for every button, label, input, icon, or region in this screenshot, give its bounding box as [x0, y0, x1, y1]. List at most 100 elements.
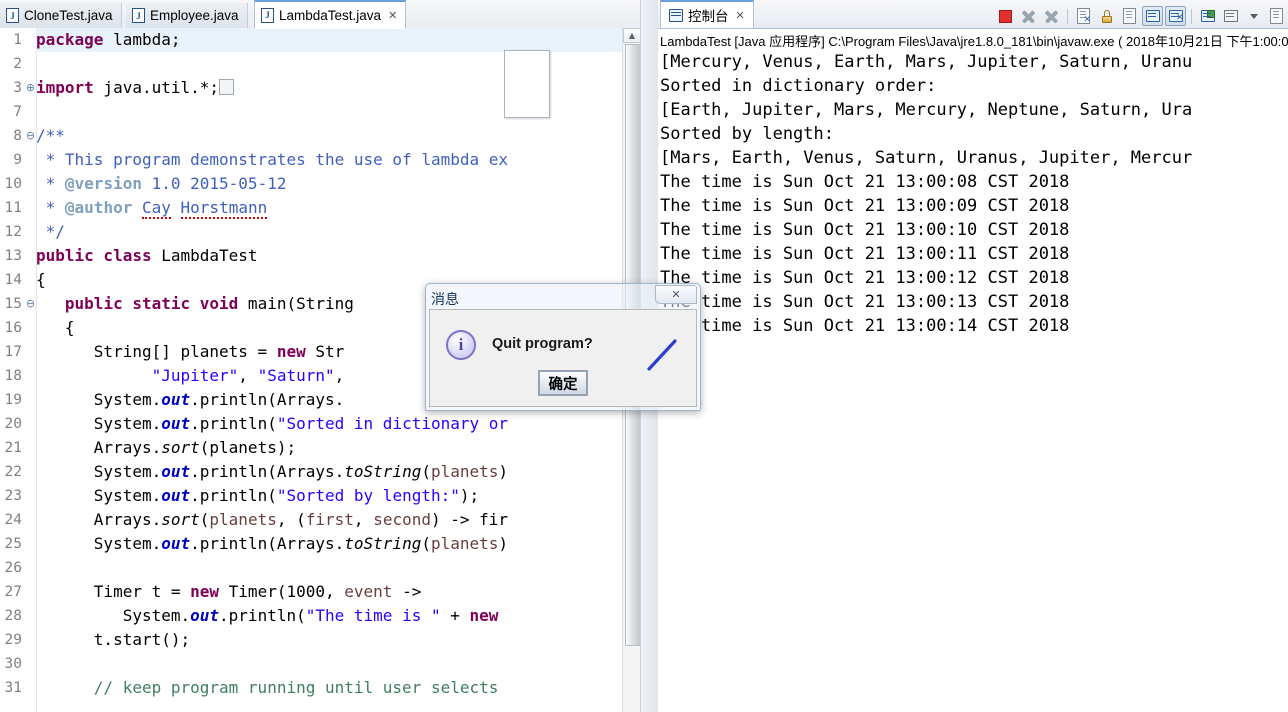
console-output-line: The time is Sun Oct 21 13:00:09 CST 2018 [660, 196, 1070, 216]
dialog-close-button[interactable]: ✕ [655, 285, 697, 304]
close-all-x-icon [1045, 10, 1058, 23]
close-icon[interactable]: ✕ [736, 9, 745, 22]
java-file-icon: J [132, 8, 145, 23]
line-number: 8 [13, 128, 22, 144]
code-line-20: System.out.println("Sorted in dictionary… [36, 414, 509, 433]
line-number: 19 [4, 392, 22, 408]
line-number: 2 [13, 56, 22, 72]
open-console-button[interactable] [1197, 6, 1218, 26]
pen-stroke-artifact [647, 339, 677, 371]
console-output-line: [Mars, Earth, Venus, Saturn, Uranus, Jup… [660, 148, 1193, 168]
code-line-16: { [36, 318, 75, 337]
console-icon [669, 8, 683, 22]
editor-tab-lambdatest[interactable]: J LambdaTest.java ✕ [254, 0, 407, 29]
clear-console-button[interactable]: ✕ [1073, 6, 1094, 26]
line-number: 30 [4, 656, 22, 672]
line-number: 10 [4, 176, 22, 192]
word-wrap-button[interactable] [1119, 6, 1140, 26]
fold-collapse-icon[interactable]: ⊖ [25, 124, 36, 148]
fold-collapse-icon[interactable]: ⊖ [25, 292, 36, 316]
close-icon[interactable]: ✕ [388, 9, 397, 22]
code-line-28: System.out.println("The time is " + new [36, 606, 499, 625]
code-line-14: { [36, 270, 46, 289]
remove-all-launches-button[interactable] [1041, 6, 1062, 26]
code-line-1: package lambda; [36, 30, 181, 49]
line-number: 17 [4, 344, 22, 360]
line-number: 29 [4, 632, 22, 648]
tab-console[interactable]: 控制台 ✕ [660, 0, 754, 28]
line-number: 18 [4, 368, 22, 384]
x-badge-icon: ✕ [1175, 13, 1184, 23]
code-line-27: Timer t = new Timer(1000, event -> [36, 582, 422, 601]
code-line-18: "Jupiter", "Saturn", [151, 366, 345, 385]
line-number: 23 [4, 488, 22, 504]
line-number: 9 [13, 152, 22, 168]
line-number: 31 [4, 680, 22, 696]
scroll-up-arrow-icon[interactable]: ▲ [623, 28, 641, 43]
console-output-line: The time is Sun Oct 21 13:00:13 CST 2018 [660, 292, 1070, 312]
show-console-on-error-button[interactable]: ✕ [1165, 6, 1186, 26]
line-number: 3 [13, 80, 22, 96]
line-number: 27 [4, 584, 22, 600]
console-output-line: Sorted in dictionary order: [660, 76, 937, 96]
console-output[interactable]: [Mercury, Venus, Earth, Mars, Jupiter, S… [658, 50, 1288, 712]
quit-program-dialog: 消息 ✕ i Quit program? 确定 [425, 283, 701, 411]
display-selected-console-button[interactable] [1220, 6, 1241, 26]
console-output-line: The time is Sun Oct 21 13:00:08 CST 2018 [660, 172, 1070, 192]
code-line-23: System.out.println("Sorted by length:"); [36, 486, 480, 505]
chevron-down-icon [1249, 13, 1258, 19]
line-number: 24 [4, 512, 22, 528]
new-console-icon [1200, 10, 1215, 22]
line-number: 7 [13, 104, 22, 120]
dialog-content: i Quit program? 确定 [429, 309, 697, 407]
editor-tab-label: Employee.java [150, 8, 239, 23]
console-output-line: The time is Sun Oct 21 13:00:10 CST 2018 [660, 220, 1070, 240]
dialog-title: 消息 [431, 292, 459, 308]
word-wrap-icon [1123, 8, 1136, 24]
eclipse-ide-window: J CloneTest.java J Employee.java J Lambd… [0, 0, 1288, 712]
line-number: 14 [4, 272, 22, 288]
code-line-22: System.out.println(Arrays.toString(plane… [36, 462, 509, 481]
remove-launch-button[interactable] [1018, 6, 1039, 26]
code-line-13: public class LambdaTest [36, 246, 258, 265]
console-menu-dropdown[interactable] [1243, 6, 1264, 26]
fold-expand-icon[interactable]: ⊕ [25, 76, 36, 100]
close-icon: ✕ [671, 288, 681, 301]
line-number: 22 [4, 464, 22, 480]
clear-console-icon: ✕ [1077, 8, 1091, 25]
pin-console-button[interactable] [1266, 6, 1287, 26]
stop-icon [999, 9, 1012, 23]
code-line-31: // keep program running until user selec… [93, 678, 499, 697]
show-console-on-output-button[interactable] [1142, 6, 1163, 26]
console-output-line: [Earth, Jupiter, Mars, Mercury, Neptune,… [660, 100, 1193, 120]
line-number: 13 [4, 248, 22, 264]
line-number: 28 [4, 608, 22, 624]
toolbar-separator [1191, 8, 1192, 24]
content-assist-popup[interactable] [504, 50, 550, 118]
editor-tab-label: LambdaTest.java [279, 7, 382, 23]
line-number: 25 [4, 536, 22, 552]
line-number: 26 [4, 560, 22, 576]
folded-region-box[interactable] [219, 79, 235, 95]
code-line-11: * @author Cay Horstmann [36, 198, 268, 219]
console-toolbar: ✕ ✕ [995, 5, 1288, 27]
console-tab-label: 控制台 [688, 9, 729, 24]
code-line-12: */ [36, 222, 65, 241]
scroll-lock-button[interactable] [1096, 6, 1117, 26]
code-line-25: System.out.println(Arrays.toString(plane… [36, 534, 509, 553]
java-file-icon: J [6, 8, 19, 23]
ok-button[interactable]: 确定 [538, 370, 588, 396]
line-number: 1 [13, 32, 22, 48]
editor-tab-employee[interactable]: J Employee.java [126, 3, 248, 28]
console-output-line: The time is Sun Oct 21 13:00:14 CST 2018 [660, 316, 1070, 336]
console-output-line: The time is Sun Oct 21 13:00:11 CST 2018 [660, 244, 1070, 264]
console-pane: 控制台 ✕ ✕ ✕ LambdaTest [Java 应用程序] C:\Prog… [658, 0, 1288, 712]
line-number-gutter: 1 2 3 ⊕ 7 8 ⊖ 9 10 11 12 13 14 15 ⊖ 16 1… [0, 28, 37, 712]
line-number: 12 [4, 224, 22, 240]
console-out-icon [1145, 10, 1160, 22]
line-number: 20 [4, 416, 22, 432]
java-file-icon: J [261, 7, 274, 23]
terminate-button[interactable] [995, 6, 1016, 26]
editor-tab-clonetest[interactable]: J CloneTest.java [0, 3, 122, 28]
code-line-3: import java.util.*; [36, 76, 235, 100]
